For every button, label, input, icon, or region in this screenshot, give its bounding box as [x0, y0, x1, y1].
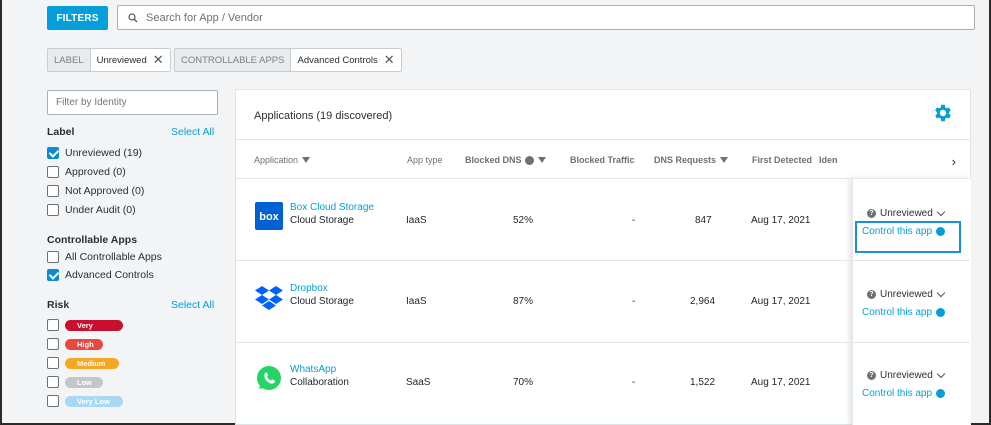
chevron-down-icon — [936, 207, 946, 216]
control-app-link[interactable]: Control this app — [862, 388, 946, 399]
checkbox[interactable] — [47, 376, 59, 388]
column-header-application[interactable]: Application — [254, 155, 311, 165]
label-select-all-link[interactable]: Select All — [171, 126, 214, 138]
first-detected: Aug 17, 2021 — [751, 377, 811, 388]
control-app-link[interactable]: Control this app — [862, 307, 946, 318]
label-section-title: Label — [47, 126, 75, 138]
checkbox[interactable] — [47, 338, 59, 350]
blocked-dns: 70% — [513, 377, 534, 388]
divider — [236, 342, 970, 343]
info-icon — [524, 155, 534, 165]
risk-option-medium[interactable]: Medium — [47, 357, 119, 369]
sort-desc-icon — [720, 157, 729, 163]
chip-key: LABEL — [48, 49, 91, 71]
dropbox-logo — [255, 283, 283, 311]
app-type: IaaS — [406, 296, 427, 307]
column-header-first-detected[interactable]: First Detected — [752, 155, 812, 165]
controllable-option-all[interactable]: All Controllable Apps — [47, 251, 162, 263]
status-dropdown[interactable]: ? Unreviewed — [867, 288, 946, 300]
label-option-not-approved[interactable]: Not Approved (0) — [47, 185, 144, 197]
chevron-down-icon — [936, 369, 946, 378]
blocked-dns: 52% — [513, 215, 534, 226]
info-icon — [936, 308, 946, 317]
divider — [236, 139, 970, 140]
app-link[interactable]: Dropbox — [290, 283, 328, 294]
page-title: Applications (19 discovered) — [254, 110, 393, 122]
whatsapp-logo — [255, 364, 283, 392]
dns-requests: 2,964 — [690, 296, 716, 307]
question-icon: ? — [867, 371, 876, 380]
chip-value: Unreviewed — [90, 49, 151, 71]
checkbox[interactable] — [47, 269, 59, 281]
svg-text:box: box — [259, 211, 279, 223]
risk-option-high[interactable]: High — [47, 338, 103, 350]
status-dropdown[interactable]: ? Unreviewed — [867, 207, 946, 219]
divider — [236, 178, 970, 179]
checkbox[interactable] — [47, 166, 59, 178]
risk-option-very-high[interactable]: Very High — [47, 319, 123, 341]
divider — [236, 260, 970, 261]
label-option-unreviewed[interactable]: Unreviewed (19) — [47, 147, 142, 159]
controllable-section-title: Controllable Apps — [47, 234, 138, 246]
blocked-traffic: - — [632, 215, 636, 226]
search-icon — [128, 12, 138, 23]
column-header-app-type: App type — [407, 155, 443, 165]
filters-button[interactable]: FILTERS — [47, 6, 108, 30]
checkbox[interactable] — [47, 251, 59, 263]
info-icon — [936, 389, 946, 398]
checkbox[interactable] — [47, 185, 59, 197]
app-category: Collaboration — [290, 377, 349, 388]
app-link[interactable]: WhatsApp — [290, 364, 336, 375]
checkbox[interactable] — [47, 319, 59, 331]
column-header-blocked-dns[interactable]: Blocked DNS — [465, 155, 546, 165]
sort-desc-icon — [537, 157, 546, 163]
blocked-dns: 87% — [513, 296, 534, 307]
risk-select-all-link[interactable]: Select All — [171, 299, 214, 311]
status-dropdown[interactable]: ? Unreviewed — [867, 369, 946, 381]
app-category: Cloud Storage — [290, 215, 354, 226]
chevron-down-icon — [936, 288, 946, 297]
risk-option-very-low[interactable]: Very Low — [47, 395, 123, 407]
label-option-under-audit[interactable]: Under Audit (0) — [47, 204, 136, 216]
sidebar — [47, 90, 222, 115]
search-input[interactable] — [146, 11, 908, 24]
highlight-box — [855, 221, 961, 253]
gear-icon[interactable] — [932, 102, 954, 124]
checkbox[interactable] — [47, 395, 59, 407]
app-type: IaaS — [406, 215, 427, 226]
sort-desc-icon — [302, 157, 311, 163]
filter-chip-label: LABEL Unreviewed ✕ — [47, 48, 171, 72]
dns-requests: 1,522 — [690, 377, 716, 388]
close-icon[interactable]: ✕ — [381, 49, 401, 71]
blocked-traffic: - — [632, 377, 636, 388]
chip-value: Advanced Controls — [291, 49, 382, 71]
checkbox[interactable] — [47, 147, 59, 159]
column-header-blocked-traffic[interactable]: Blocked Traffic — [570, 155, 635, 165]
dns-requests: 847 — [695, 215, 712, 226]
risk-option-low[interactable]: Low — [47, 376, 103, 388]
risk-section-title: Risk — [47, 299, 70, 311]
applications-card: Applications (19 discovered) Application… — [235, 89, 971, 425]
checkbox[interactable] — [47, 204, 59, 216]
question-icon: ? — [867, 290, 876, 299]
checkbox[interactable] — [47, 357, 59, 369]
box-logo: box — [255, 202, 283, 230]
search-bar[interactable] — [117, 5, 975, 30]
column-header-identity[interactable]: Iden — [819, 155, 838, 165]
label-option-approved[interactable]: Approved (0) — [47, 166, 126, 178]
app-category: Cloud Storage — [290, 296, 354, 307]
blocked-traffic: - — [632, 296, 636, 307]
identity-filter-input[interactable] — [47, 90, 218, 115]
app-type: SaaS — [406, 377, 431, 388]
question-icon: ? — [867, 209, 876, 218]
controllable-option-advanced[interactable]: Advanced Controls — [47, 269, 154, 281]
column-header-dns-requests[interactable]: DNS Requests — [654, 155, 729, 165]
first-detected: Aug 17, 2021 — [751, 296, 811, 307]
app-link[interactable]: Box Cloud Storage — [290, 202, 374, 213]
chip-key: CONTROLLABLE APPS — [175, 49, 292, 71]
chevron-right-icon[interactable]: › — [952, 154, 956, 169]
close-icon[interactable]: ✕ — [150, 49, 170, 71]
first-detected: Aug 17, 2021 — [751, 215, 811, 226]
filter-chip-controllable: CONTROLLABLE APPS Advanced Controls ✕ — [174, 48, 402, 72]
